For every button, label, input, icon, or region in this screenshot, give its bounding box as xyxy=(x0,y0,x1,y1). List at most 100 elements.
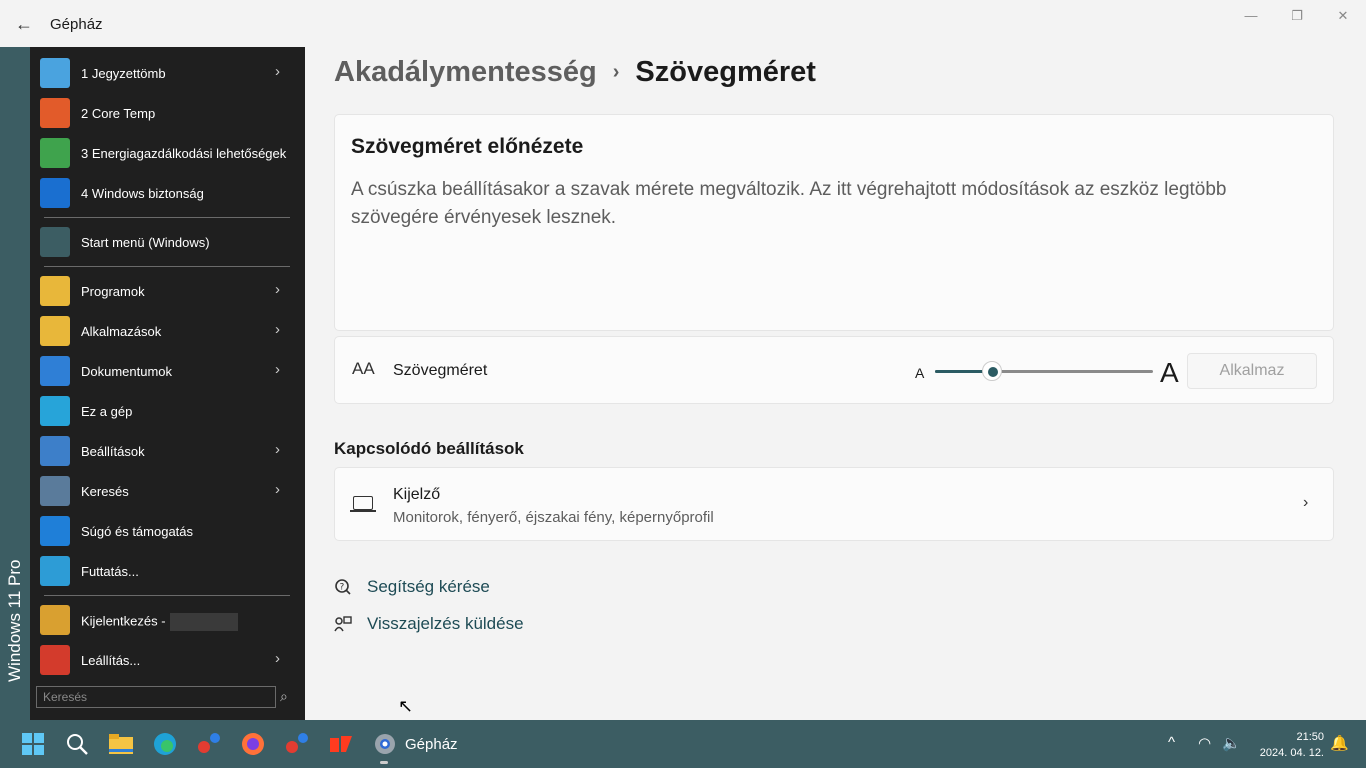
shield-icon xyxy=(40,178,70,208)
start-menu-item-label: Súgó és támogatás xyxy=(81,524,194,539)
app-icon[interactable] xyxy=(195,730,223,758)
tray-overflow-chevron-icon[interactable]: ^ xyxy=(1168,734,1175,751)
chevron-right-icon: › xyxy=(1303,494,1309,511)
chevron-right-icon: › xyxy=(275,281,280,298)
windows-start-icon[interactable] xyxy=(19,730,47,758)
slider-max-label: A xyxy=(1160,357,1179,388)
active-app-indicator xyxy=(380,761,388,764)
start-menu-item[interactable]: Keresés › xyxy=(30,471,305,511)
start-menu-item-label: Kijelentkezés - xyxy=(81,613,238,631)
preview-text: A csúszka beállításakor a szavak mérete … xyxy=(351,179,1227,228)
settings-icon[interactable] xyxy=(371,730,399,758)
start-menu-item-label: 4 Windows biztonság xyxy=(81,186,204,201)
start-menu-item[interactable]: Súgó és támogatás xyxy=(30,511,305,551)
display-settings-card[interactable]: Kijelző Monitorok, fényerő, éjszakai fén… xyxy=(334,467,1334,541)
start-menu-item[interactable]: 2 Core Temp xyxy=(30,93,305,133)
start-menu-item[interactable]: Ez a gép xyxy=(30,391,305,431)
app-icon[interactable] xyxy=(327,730,355,758)
start-menu-item[interactable]: 3 Energiagazdálkodási lehetőségek xyxy=(30,133,305,173)
start-menu-item[interactable]: Alkalmazások › xyxy=(30,311,305,351)
close-icon[interactable]: ✕ xyxy=(1320,0,1366,32)
thermometer-icon xyxy=(40,98,70,128)
start-menu-item[interactable]: Dokumentumok › xyxy=(30,351,305,391)
start-menu-item[interactable]: 1 Jegyzettömb › xyxy=(30,53,305,93)
breadcrumb-separator-icon: › xyxy=(612,61,620,83)
maximize-icon[interactable]: ❐ xyxy=(1274,0,1320,32)
search-icon xyxy=(40,476,70,506)
search-icon[interactable] xyxy=(63,730,91,758)
page-title: Szövegméret xyxy=(635,56,816,88)
start-search-input[interactable]: Keresés xyxy=(36,686,276,708)
taskbar: Gépház ^ ◠ 🔈 21:50 2024. 04. 12. 🔔 xyxy=(0,720,1366,768)
start-menu-item[interactable]: Programok › xyxy=(30,271,305,311)
clock-time: 21:50 xyxy=(1296,731,1324,743)
taskbar-active-app-label[interactable]: Gépház xyxy=(405,736,458,753)
breadcrumb: Akadálymentesség › Szövegméret xyxy=(334,56,816,89)
start-menu-item-label: Programok xyxy=(81,284,145,299)
start-menu-item[interactable]: Start menü (Windows) xyxy=(30,222,305,262)
chevron-right-icon: › xyxy=(275,441,280,458)
window-title: Gépház xyxy=(50,16,103,33)
clock-date: 2024. 04. 12. xyxy=(1259,747,1324,759)
notification-bell-icon[interactable]: 🔔 xyxy=(1330,734,1349,752)
volume-icon[interactable]: 🔈 xyxy=(1222,734,1241,752)
start-menu-item-label: 1 Jegyzettömb xyxy=(81,66,166,81)
battery-icon xyxy=(40,138,70,168)
slider-thumb[interactable] xyxy=(981,361,1002,381)
chevron-right-icon: › xyxy=(275,321,280,338)
svg-text:?: ? xyxy=(340,583,345,593)
mouse-cursor-icon: ↖ xyxy=(398,696,414,716)
minimize-icon[interactable]: — xyxy=(1228,0,1274,32)
run-icon xyxy=(40,556,70,586)
firefox-icon[interactable] xyxy=(239,730,267,758)
documents-icon xyxy=(40,356,70,386)
apps-icon xyxy=(40,316,70,346)
start-menu-item-label: Leállítás... xyxy=(81,653,141,668)
breadcrumb-parent[interactable]: Akadálymentesség xyxy=(334,56,597,88)
back-arrow-icon[interactable]: ← xyxy=(12,12,36,36)
text-size-card: AA Szövegméret A A Alkalmaz xyxy=(334,336,1334,404)
menu-separator xyxy=(44,595,290,596)
clock[interactable]: 21:50 2024. 04. 12. xyxy=(1256,729,1324,761)
start-menu: Windows 11 Pro 1 Jegyzettömb › 2 Core Temp… xyxy=(0,47,305,720)
start-menu-item[interactable]: Kijelentkezés - xyxy=(30,600,305,640)
send-feedback-link[interactable]: Visszajelzés küldése xyxy=(367,614,524,634)
start-menu-item-label: Alkalmazások xyxy=(81,324,162,339)
notepad-icon xyxy=(40,58,70,88)
start-menu-item[interactable]: 4 Windows biztonság xyxy=(30,173,305,213)
start-menu-item-label: Start menü (Windows) xyxy=(81,235,210,250)
chevron-right-icon: › xyxy=(275,63,280,80)
start-menu-item[interactable]: Leállítás... › xyxy=(30,640,305,680)
file-explorer-icon[interactable] xyxy=(107,730,135,758)
app-icon[interactable] xyxy=(283,730,311,758)
text-size-icon: AA xyxy=(352,359,375,378)
redacted-username xyxy=(169,613,238,631)
search-icon[interactable]: ⌕ xyxy=(280,688,288,705)
text-size-preview-card: Szövegméret előnézete A csúszka beállítá… xyxy=(334,114,1334,331)
start-menu-edition-stripe: Windows 11 Pro xyxy=(0,47,30,720)
chevron-right-icon: › xyxy=(275,361,280,378)
menu-separator xyxy=(44,266,290,267)
start-menu-item[interactable]: Beállítások › xyxy=(30,431,305,471)
computer-icon xyxy=(40,396,70,426)
start-menu-item-label: Futtatás... xyxy=(81,564,139,579)
preview-title: Szövegméret előnézete xyxy=(351,135,584,158)
text-size-slider[interactable] xyxy=(935,361,1153,381)
edge-icon[interactable] xyxy=(151,730,179,758)
windows-edition-label: Windows 11 Pro xyxy=(5,559,24,682)
wifi-icon[interactable]: ◠ xyxy=(1198,734,1211,752)
apply-button[interactable]: Alkalmaz xyxy=(1187,353,1317,389)
laptop-icon xyxy=(350,496,376,512)
settings-icon xyxy=(40,436,70,466)
get-help-link[interactable]: Segítség kérése xyxy=(367,577,490,597)
programs-icon xyxy=(40,276,70,306)
start-menu-item-label: Ez a gép xyxy=(81,404,133,419)
start-menu-item-label: 3 Energiagazdálkodási lehetőségek xyxy=(81,146,287,161)
help-icon xyxy=(40,516,70,546)
text-size-label: Szövegméret xyxy=(393,362,488,379)
start-menu-item[interactable]: Futtatás... xyxy=(30,551,305,591)
start-menu-icon xyxy=(40,227,70,257)
power-icon xyxy=(40,645,70,675)
start-menu-item-label: 2 Core Temp xyxy=(81,106,156,121)
start-menu-item-label: Dokumentumok xyxy=(81,364,173,379)
